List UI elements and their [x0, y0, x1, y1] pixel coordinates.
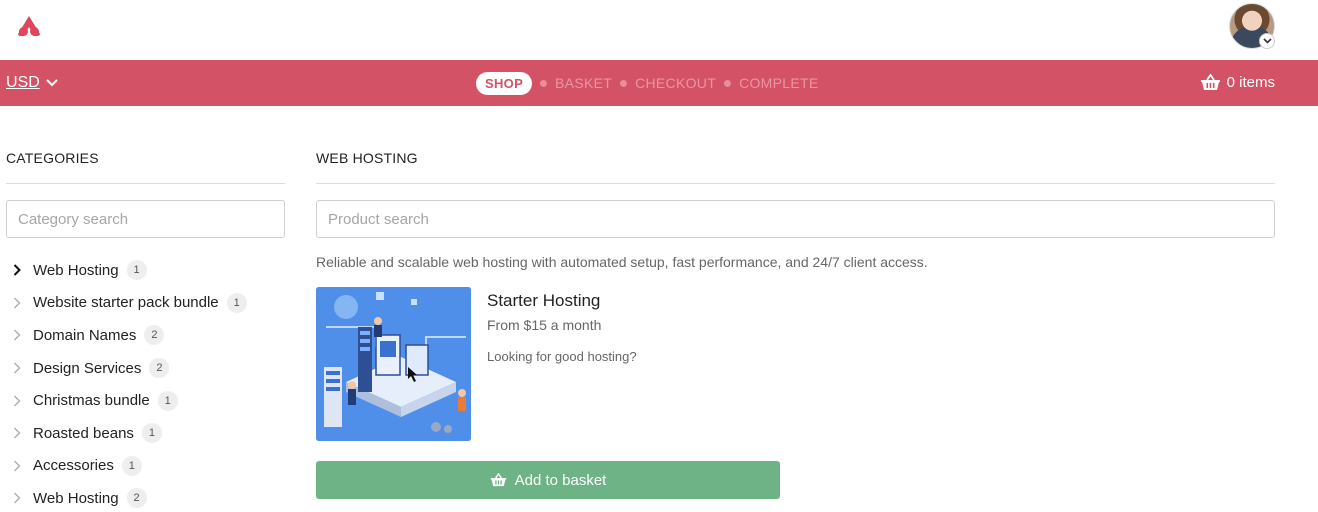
category-label: Christmas bundle — [33, 392, 150, 410]
chevron-right-icon — [14, 330, 21, 341]
step-checkout[interactable]: CHECKOUT — [635, 75, 716, 91]
category-list: Web Hosting 1 Website starter pack bundl… — [6, 254, 285, 512]
basket-icon — [490, 473, 506, 487]
category-description: Reliable and scalable web hosting with a… — [316, 254, 928, 270]
category-label: Web Hosting — [33, 261, 119, 279]
app-logo-icon[interactable] — [16, 14, 42, 38]
chevron-down-icon[interactable] — [1259, 33, 1275, 49]
category-item[interactable]: Web Hosting 2 — [6, 482, 285, 512]
chevron-right-icon — [14, 492, 21, 504]
category-label: Web Hosting — [33, 489, 119, 507]
category-label: Roasted beans — [33, 424, 134, 442]
basket-items-count: 0 items — [1226, 74, 1275, 91]
category-count-badge: 2 — [149, 358, 170, 379]
category-item[interactable]: Website starter pack bundle 1 — [6, 287, 285, 320]
basket-summary[interactable]: 0 items — [1200, 74, 1275, 91]
category-count-badge: 2 — [126, 488, 147, 509]
chevron-down-icon — [46, 79, 58, 87]
category-item[interactable]: Domain Names 2 — [6, 319, 285, 352]
top-bar — [0, 0, 1318, 60]
currency-label: USD — [6, 74, 40, 91]
product-search-input[interactable] — [316, 200, 1275, 238]
product-listing: WEB HOSTING Reliable and scalable web ho… — [316, 150, 1275, 499]
product-blurb: Looking for good hosting? — [487, 349, 637, 364]
category-item[interactable]: Web Hosting 1 — [6, 254, 285, 287]
category-count-badge: 1 — [226, 292, 247, 313]
chevron-right-icon — [14, 395, 21, 407]
step-complete[interactable]: COMPLETE — [739, 75, 818, 91]
category-item[interactable]: Christmas bundle 1 — [6, 384, 285, 417]
categories-sidebar: CATEGORIES Web Hosting 1 Website starter… — [6, 150, 285, 512]
step-separator-dot — [724, 79, 732, 87]
add-to-basket-label: Add to basket — [514, 471, 607, 489]
category-count-badge: 1 — [126, 260, 147, 281]
currency-selector[interactable]: USD — [6, 74, 58, 92]
checkout-progress-bar: USD SHOP BASKET CHECKOUT COMPLETE 0 item… — [0, 60, 1318, 106]
category-item[interactable]: Design Services 2 — [6, 352, 285, 385]
hosting-illustration — [316, 287, 471, 441]
chevron-right-icon — [14, 460, 21, 472]
product-info: Starter Hosting From $15 a month Looking… — [487, 287, 637, 441]
step-shop[interactable]: SHOP — [476, 71, 533, 95]
chevron-right-icon — [13, 264, 21, 277]
basket-icon — [1200, 74, 1220, 90]
step-basket[interactable]: BASKET — [555, 75, 612, 91]
category-count-badge: 2 — [144, 325, 165, 346]
product-price: From $15 a month — [487, 317, 602, 333]
product-card: Starter Hosting From $15 a month Looking… — [316, 287, 1275, 441]
checkout-steps: SHOP BASKET CHECKOUT COMPLETE — [476, 71, 818, 95]
category-label: Accessories — [33, 457, 114, 475]
category-label: Design Services — [33, 359, 142, 377]
category-item[interactable]: Roasted beans 1 — [6, 417, 285, 450]
chevron-right-icon — [14, 362, 21, 374]
category-label: Domain Names — [33, 326, 137, 344]
categories-title: CATEGORIES — [6, 150, 285, 184]
add-to-basket-button[interactable]: Add to basket — [316, 461, 780, 499]
category-count-badge: 1 — [121, 455, 142, 476]
category-heading: WEB HOSTING — [316, 150, 1275, 184]
category-item[interactable]: Accessories 1 — [6, 450, 285, 483]
category-count-badge: 1 — [157, 390, 178, 411]
step-separator-dot — [620, 79, 628, 87]
product-title[interactable]: Starter Hosting — [487, 291, 637, 311]
chevron-right-icon — [14, 427, 21, 439]
category-count-badge: 1 — [141, 423, 162, 444]
step-separator-dot — [540, 79, 548, 87]
category-search-input[interactable] — [6, 200, 285, 238]
chevron-right-icon — [14, 297, 21, 309]
product-image[interactable] — [316, 287, 471, 441]
category-label: Website starter pack bundle — [33, 294, 219, 312]
